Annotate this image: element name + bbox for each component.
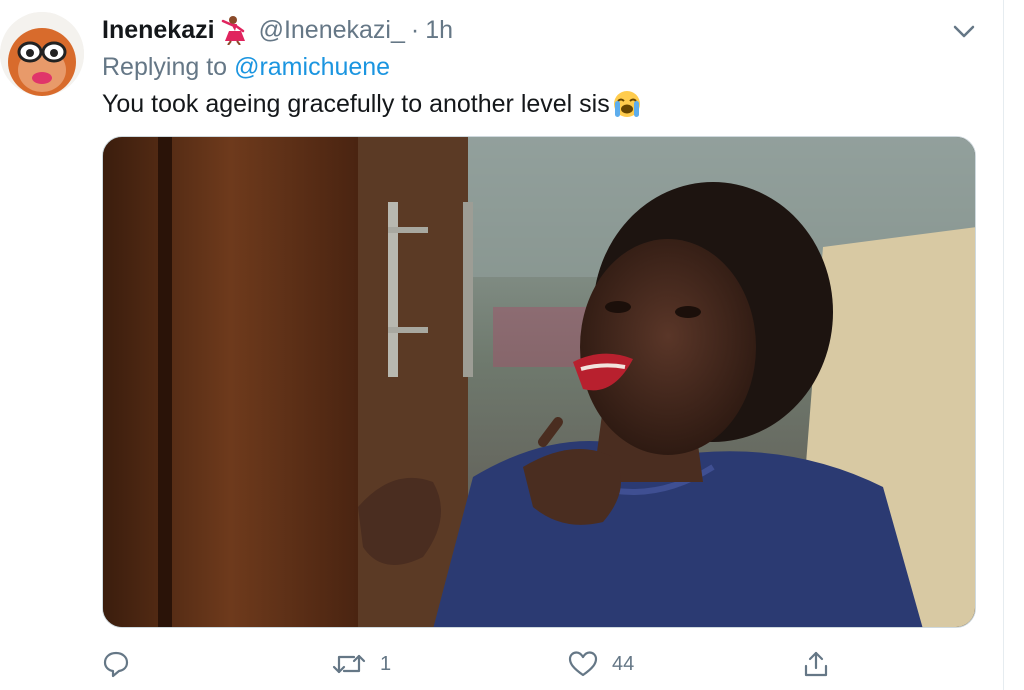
chevron-down-icon: [953, 25, 975, 38]
share-button[interactable]: [802, 644, 830, 684]
tweet-header: Inenekazi @Inenekazi_ · 1h: [102, 12, 453, 48]
timestamp[interactable]: 1h: [425, 16, 453, 45]
retweet-count: 1: [380, 652, 392, 675]
tweet-body: You took ageing gracefully to another le…: [102, 89, 610, 118]
display-name[interactable]: Inenekazi: [102, 16, 215, 45]
tweet-actions: 1 44: [102, 644, 842, 684]
reply-icon: [103, 651, 129, 678]
reply-to-handle-link[interactable]: @ramichuene: [234, 53, 390, 82]
avatar-image: [0, 12, 84, 96]
share-icon: [804, 651, 828, 677]
woman-dancing-emoji-icon: [219, 15, 245, 46]
timeline-divider: [1003, 0, 1004, 690]
heart-icon: [568, 651, 598, 677]
loudly-crying-face-emoji-icon: [612, 89, 642, 119]
like-count: 44: [612, 652, 635, 675]
retweet-button[interactable]: 1: [332, 644, 391, 684]
reply-context: Replying to @ramichuene: [102, 50, 390, 84]
media-photo: [103, 137, 975, 627]
reply-prefix: Replying to: [102, 52, 228, 81]
like-button[interactable]: 44: [568, 644, 634, 684]
tweet-text: You took ageing gracefully to another le…: [102, 86, 642, 122]
separator-dot: ·: [410, 15, 420, 44]
retweet-icon: [332, 654, 366, 674]
tweet-menu-button[interactable]: [950, 18, 978, 46]
avatar[interactable]: [0, 12, 84, 96]
tweet-media-image[interactable]: [102, 136, 976, 628]
user-handle[interactable]: @Inenekazi_: [259, 16, 405, 45]
reply-button[interactable]: [102, 644, 144, 684]
